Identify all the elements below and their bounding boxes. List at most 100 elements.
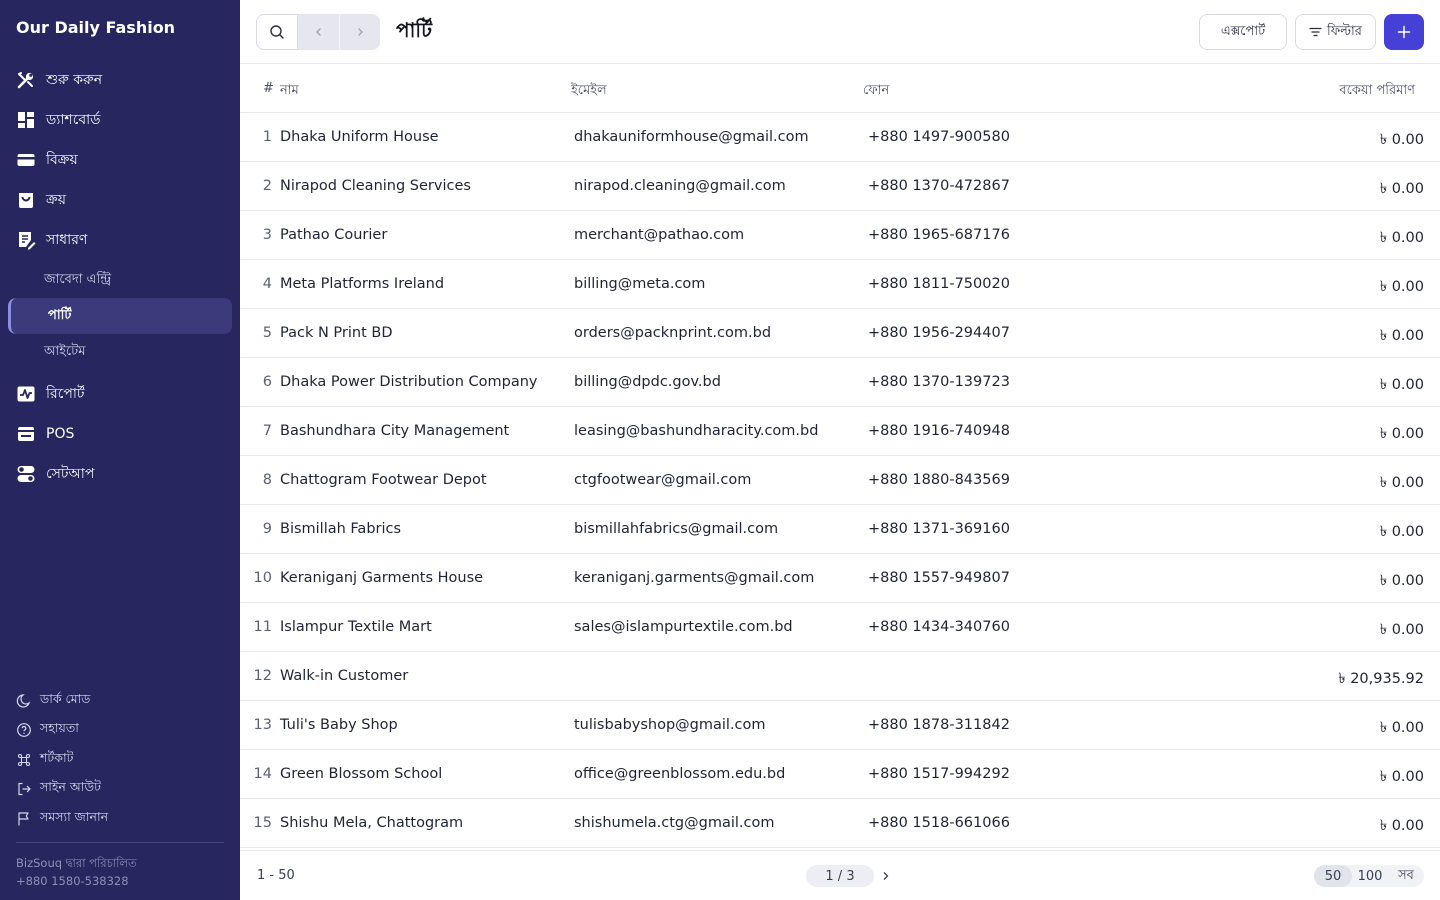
row-number: 6 xyxy=(262,374,272,390)
table-row[interactable]: 3 Pathao Courier merchant@pathao.com +88… xyxy=(240,211,1440,260)
party-phone: +880 1370-472867 xyxy=(868,178,1010,194)
table-row[interactable]: 9 Bismillah Fabrics bismillahfabrics@gma… xyxy=(240,505,1440,554)
table-row[interactable]: 10 Keraniganj Garments House keraniganj.… xyxy=(240,554,1440,603)
page-size-50[interactable]: 50 xyxy=(1314,865,1352,887)
party-email: bismillahfabrics@gmail.com xyxy=(574,521,779,537)
page-indicator: 1 / 3 xyxy=(806,865,874,887)
pos-icon xyxy=(16,424,36,444)
party-due: ৳ 0.00 xyxy=(1379,720,1424,736)
sidebar-item-label: ড্যাশবোর্ড xyxy=(46,112,101,128)
party-name: Keraniganj Garments House xyxy=(280,570,484,586)
party-name: Bismillah Fabrics xyxy=(280,521,402,537)
column-header-email[interactable]: ইমেইল xyxy=(571,81,607,102)
party-name: Islampur Textile Mart xyxy=(280,619,432,635)
party-name: Chattogram Footwear Depot xyxy=(280,472,487,488)
table-row[interactable]: 11 Islampur Textile Mart sales@islampurt… xyxy=(240,603,1440,652)
party-email: merchant@pathao.com xyxy=(574,227,745,243)
party-phone: +880 1371-369160 xyxy=(868,521,1010,537)
party-due: ৳ 0.00 xyxy=(1379,573,1424,589)
plus-icon xyxy=(1397,25,1411,39)
shortcuts-label: শর্টকাট xyxy=(40,749,74,765)
search-button[interactable] xyxy=(256,14,298,50)
party-name: Tuli's Baby Shop xyxy=(280,717,398,733)
row-number: 3 xyxy=(262,227,272,243)
sidebar-item-dashboard[interactable]: ড্যাশবোর্ড xyxy=(0,100,240,140)
party-due: ৳ 0.00 xyxy=(1379,230,1424,246)
page-size-all[interactable]: সব xyxy=(1388,865,1424,887)
party-name: Dhaka Power Distribution Company xyxy=(280,374,538,390)
table-row[interactable]: 1 Dhaka Uniform House dhakauniformhouse@… xyxy=(240,113,1440,162)
sidebar-item-reports[interactable]: রিপোর্ট xyxy=(0,374,240,414)
party-phone: +880 1557-949807 xyxy=(868,570,1010,586)
column-header-phone[interactable]: ফোন xyxy=(863,81,889,102)
sidebar-subitem-party[interactable]: পার্টি xyxy=(8,298,232,334)
dark-mode-label: ডার্ক মোড xyxy=(40,690,91,706)
table-row[interactable]: 4 Meta Platforms Ireland billing@meta.co… xyxy=(240,260,1440,309)
back-button[interactable] xyxy=(298,14,339,50)
sidebar-subitem-items[interactable]: আইটেম xyxy=(0,334,240,370)
sidebar-item-label: সাধারণ xyxy=(46,232,88,248)
forward-button[interactable] xyxy=(339,14,380,50)
sign-out-icon xyxy=(16,781,32,797)
sidebar-item-label: রিপোর্ট xyxy=(46,386,85,402)
row-number: 14 xyxy=(253,766,272,782)
table-row[interactable]: 14 Green Blossom School office@greenblos… xyxy=(240,750,1440,799)
sidebar-item-label: বিক্রয় xyxy=(46,152,78,168)
dark-mode-toggle[interactable]: ডার্ক মোড xyxy=(0,686,240,716)
sidebar-subitem-journal-entry[interactable]: জাবেদা এন্ট্রি xyxy=(0,262,240,298)
party-phone: +880 1434-340760 xyxy=(868,619,1010,635)
table-row[interactable]: 8 Chattogram Footwear Depot ctgfootwear@… xyxy=(240,456,1440,505)
sidebar-subitem-label: পার্টি xyxy=(48,307,72,323)
party-table: # নাম ইমেইল ফোন বকেয়া পরিমাণ 1 Dhaka Un… xyxy=(240,64,1440,848)
sidebar-item-pos[interactable]: POS xyxy=(0,414,240,454)
document-edit-icon xyxy=(16,230,36,250)
table-row[interactable]: 7 Bashundhara City Management leasing@ba… xyxy=(240,407,1440,456)
table-row[interactable]: 5 Pack N Print BD orders@packnprint.com.… xyxy=(240,309,1440,358)
card-icon xyxy=(16,150,36,170)
add-party-button[interactable] xyxy=(1384,14,1424,50)
party-email: office@greenblossom.edu.bd xyxy=(574,766,786,782)
column-header-name[interactable]: নাম xyxy=(280,81,299,102)
report-problem-link[interactable]: সমস্যা জানান xyxy=(0,804,240,834)
filter-button[interactable]: ফিল্টার xyxy=(1295,14,1376,50)
table-row[interactable]: 12 Walk-in Customer ৳ 20,935.92 xyxy=(240,652,1440,701)
table-row[interactable]: 15 Shishu Mela, Chattogram shishumela.ct… xyxy=(240,799,1440,848)
party-email: nirapod.cleaning@gmail.com xyxy=(574,178,786,194)
party-due: ৳ 0.00 xyxy=(1379,181,1424,197)
party-email: sales@islampurtextile.com.bd xyxy=(574,619,793,635)
sidebar-item-sales[interactable]: বিক্রয় xyxy=(0,140,240,180)
party-due: ৳ 0.00 xyxy=(1379,769,1424,785)
party-email: dhakauniformhouse@gmail.com xyxy=(574,129,809,145)
search-icon xyxy=(270,25,284,39)
next-page-button[interactable] xyxy=(878,867,894,885)
party-phone: +880 1878-311842 xyxy=(868,717,1010,733)
party-phone: +880 1916-740948 xyxy=(868,423,1010,439)
sign-out-label: সাইন আউট xyxy=(40,779,101,795)
moon-icon xyxy=(16,693,32,709)
row-number: 9 xyxy=(262,521,272,537)
party-email: orders@packnprint.com.bd xyxy=(574,325,772,341)
row-number: 13 xyxy=(253,717,272,733)
table-row[interactable]: 2 Nirapod Cleaning Services nirapod.clea… xyxy=(240,162,1440,211)
table-row[interactable]: 6 Dhaka Power Distribution Company billi… xyxy=(240,358,1440,407)
sign-out-link[interactable]: সাইন আউট xyxy=(0,775,240,805)
sidebar-nav: শুরু করুন ড্যাশবোর্ড বিক্রয় ক্রয় সাধার… xyxy=(0,60,240,494)
export-button[interactable]: এক্সপোর্ট xyxy=(1199,14,1287,50)
party-phone: +880 1811-750020 xyxy=(868,276,1010,292)
party-phone: +880 1965-687176 xyxy=(868,227,1010,243)
table-row[interactable]: 13 Tuli's Baby Shop tulisbabyshop@gmail.… xyxy=(240,701,1440,750)
brand-name: Our Daily Fashion xyxy=(16,18,176,37)
party-email: billing@meta.com xyxy=(574,276,706,292)
party-name: Walk-in Customer xyxy=(280,668,409,684)
shortcuts-link[interactable]: শর্টকাট xyxy=(0,745,240,775)
sidebar-item-setup[interactable]: সেটআপ xyxy=(0,454,240,494)
party-due: ৳ 0.00 xyxy=(1379,475,1424,491)
sidebar-item-purchase[interactable]: ক্রয় xyxy=(0,180,240,220)
sidebar-item-get-started[interactable]: শুরু করুন xyxy=(0,60,240,100)
help-link[interactable]: সহায়তা xyxy=(0,716,240,746)
page-size-100[interactable]: 100 xyxy=(1352,865,1388,887)
column-header-number[interactable]: # xyxy=(263,81,274,96)
party-name: Shishu Mela, Chattogram xyxy=(280,815,464,831)
sidebar-item-general[interactable]: সাধারণ xyxy=(0,220,240,260)
column-header-due-amount[interactable]: বকেয়া পরিমাণ xyxy=(1339,81,1415,102)
